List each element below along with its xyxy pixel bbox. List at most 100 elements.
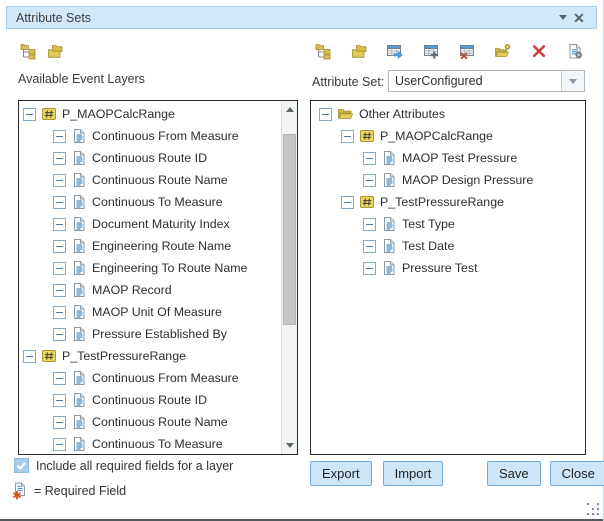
save-close-group: Save Close (487, 461, 604, 486)
collapse-dialog-button[interactable] (555, 10, 571, 26)
attribute-set-dropdown[interactable]: UserConfigured (388, 70, 585, 92)
required-field-legend: = Required Field (12, 482, 126, 500)
tree-item-label: MAOP Unit Of Measure (92, 305, 222, 319)
collapse-expander[interactable] (363, 174, 376, 187)
tree-item[interactable]: Pressure Established By (20, 323, 280, 345)
tree-item[interactable]: Document Maturity Index (20, 213, 280, 235)
collapse-expander[interactable] (53, 438, 66, 451)
minus-icon (56, 378, 63, 379)
tree-item[interactable]: P_MAOPCalcRange (312, 125, 584, 147)
tree-item-label: Continuous From Measure (92, 371, 239, 385)
scroll-up-button[interactable] (282, 102, 297, 117)
collapse-expander[interactable] (53, 284, 66, 297)
import-button[interactable]: Import (383, 461, 444, 486)
tree-item-label: P_MAOPCalcRange (62, 107, 175, 121)
collapse-expander[interactable] (341, 196, 354, 209)
hash-icon (359, 128, 375, 144)
doc-icon (71, 150, 87, 166)
tree-item[interactable]: MAOP Design Pressure (312, 169, 584, 191)
collapse-expander[interactable] (53, 218, 66, 231)
hash-icon (41, 106, 57, 122)
minus-icon (56, 158, 63, 159)
folders-icon (351, 43, 368, 60)
collapse-expander[interactable] (53, 196, 66, 209)
collapse-expander[interactable] (363, 262, 376, 275)
attribute-set-dropdown-value: UserConfigured (389, 74, 561, 88)
attribute-set-properties-button[interactable] (565, 41, 585, 61)
collapse-expander[interactable] (53, 262, 66, 275)
resize-grip[interactable] (587, 503, 600, 516)
tree-item[interactable]: Engineering To Route Name (20, 257, 280, 279)
collapse-expander[interactable] (341, 130, 354, 143)
expand-all-layers-button[interactable] (18, 41, 38, 61)
tree-item[interactable]: Continuous Route ID (20, 147, 280, 169)
collapse-expander[interactable] (53, 306, 66, 319)
tree-item[interactable]: Continuous From Measure (20, 367, 280, 389)
doc-icon (381, 238, 397, 254)
tree-item-label: Engineering To Route Name (92, 261, 247, 275)
tree-item[interactable]: Test Type (312, 213, 584, 235)
tree-item[interactable]: P_TestPressureRange (20, 345, 280, 367)
collapse-all-layers-button[interactable] (45, 41, 65, 61)
export-import-group: Export Import (310, 461, 443, 486)
tree-item[interactable]: Continuous From Measure (20, 125, 280, 147)
collapse-expander[interactable] (53, 174, 66, 187)
minus-icon (344, 202, 351, 203)
close-icon: ✕ (573, 11, 585, 25)
add-table-button[interactable] (421, 41, 441, 61)
remove-table-button[interactable] (457, 41, 477, 61)
scrollbar-thumb[interactable] (283, 134, 296, 325)
expand-all-attributes-button[interactable] (313, 41, 333, 61)
add-selected-fields-button[interactable] (385, 41, 405, 61)
include-required-checkbox[interactable] (14, 458, 29, 473)
tree-item-label: P_MAOPCalcRange (380, 129, 493, 143)
collapse-all-attributes-button[interactable] (349, 41, 369, 61)
doc-icon (71, 326, 87, 342)
dropdown-arrow-button[interactable] (561, 71, 584, 91)
folder-icon (337, 106, 354, 122)
tree-item[interactable]: Other Attributes (312, 103, 584, 125)
tree-item[interactable]: MAOP Test Pressure (312, 147, 584, 169)
collapse-expander[interactable] (363, 218, 376, 231)
collapse-expander[interactable] (23, 350, 36, 363)
dialog-title: Attribute Sets (16, 11, 91, 25)
tree-item[interactable]: Pressure Test (312, 257, 584, 279)
collapse-expander[interactable] (53, 328, 66, 341)
tree-item[interactable]: Engineering Route Name (20, 235, 280, 257)
scroll-down-button[interactable] (282, 438, 297, 453)
tree-item[interactable]: MAOP Record (20, 279, 280, 301)
available-layers-panel: P_MAOPCalcRangeContinuous From MeasureCo… (18, 100, 298, 455)
close-button[interactable]: Close (550, 461, 604, 486)
tree-item[interactable]: Continuous Route Name (20, 169, 280, 191)
tree-item[interactable]: Continuous To Measure (20, 433, 280, 453)
collapse-expander[interactable] (53, 130, 66, 143)
new-attribute-set-button[interactable] (493, 41, 513, 61)
collapse-expander[interactable] (53, 240, 66, 253)
save-button[interactable]: Save (487, 461, 541, 486)
tree-item[interactable]: P_TestPressureRange (312, 191, 584, 213)
collapse-expander[interactable] (53, 152, 66, 165)
collapse-expander[interactable] (53, 372, 66, 385)
collapse-expander[interactable] (53, 416, 66, 429)
collapse-expander[interactable] (23, 108, 36, 121)
left-panel-scrollbar[interactable] (281, 101, 297, 454)
minus-icon (26, 356, 33, 357)
tree-item[interactable]: Continuous To Measure (20, 191, 280, 213)
collapse-expander[interactable] (363, 152, 376, 165)
doc-icon (71, 436, 87, 452)
tree-item[interactable]: Test Date (312, 235, 584, 257)
tree-item[interactable]: P_MAOPCalcRange (20, 103, 280, 125)
minus-icon (366, 180, 373, 181)
delete-attribute-set-button[interactable] (529, 41, 549, 61)
doc-icon (71, 282, 87, 298)
export-button[interactable]: Export (310, 461, 372, 486)
tree-item[interactable]: MAOP Unit Of Measure (20, 301, 280, 323)
tree-item[interactable]: Continuous Route Name (20, 411, 280, 433)
close-dialog-button[interactable]: ✕ (571, 10, 587, 26)
collapse-expander[interactable] (363, 240, 376, 253)
doc-icon (71, 172, 87, 188)
collapse-expander[interactable] (53, 394, 66, 407)
tree-item[interactable]: Continuous Route ID (20, 389, 280, 411)
tree-item-label: Continuous Route Name (92, 415, 228, 429)
collapse-expander[interactable] (319, 108, 332, 121)
